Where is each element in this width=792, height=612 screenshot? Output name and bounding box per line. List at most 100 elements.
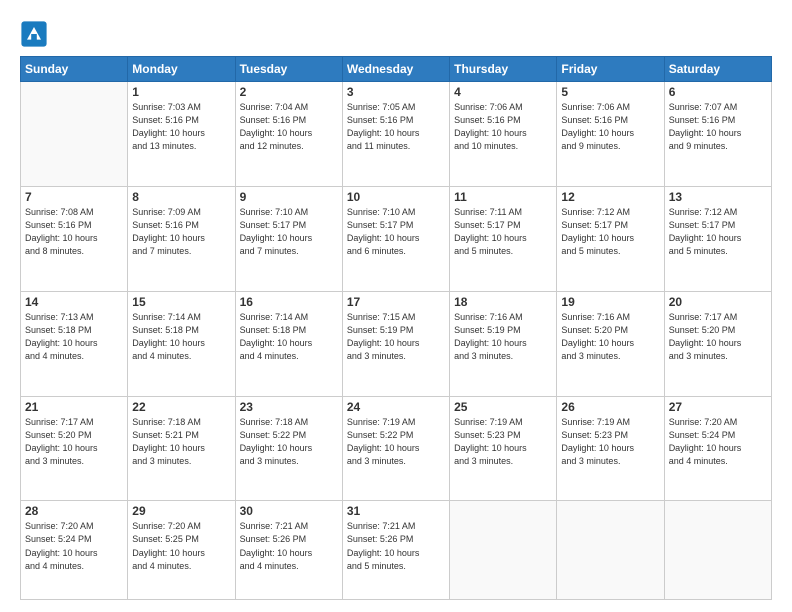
cell-day-number: 26 [561, 400, 659, 414]
cell-info: Sunrise: 7:18 AM Sunset: 5:21 PM Dayligh… [132, 416, 230, 468]
cell-day-number: 9 [240, 190, 338, 204]
cell-day-number: 6 [669, 85, 767, 99]
calendar-cell: 17 Sunrise: 7:15 AM Sunset: 5:19 PM Dayli… [342, 291, 449, 396]
page: SundayMondayTuesdayWednesdayThursdayFrid… [0, 0, 792, 612]
calendar-cell: 15 Sunrise: 7:14 AM Sunset: 5:18 PM Dayli… [128, 291, 235, 396]
cell-info: Sunrise: 7:11 AM Sunset: 5:17 PM Dayligh… [454, 206, 552, 258]
calendar-cell: 28Sunrise: 7:20 AM Sunset: 5:24 PM Dayli… [21, 501, 128, 600]
cell-day-number: 7 [25, 190, 123, 204]
cell-info: Sunrise: 7:10 AM Sunset: 5:17 PM Dayligh… [240, 206, 338, 258]
cell-day-number: 12 [561, 190, 659, 204]
cell-day-number: 1 [132, 85, 230, 99]
cell-info: Sunrise: 7:06 AM Sunset: 5:16 PM Dayligh… [454, 101, 552, 153]
week-row-2: 14 Sunrise: 7:13 AM Sunset: 5:18 PM Dayli… [21, 291, 772, 396]
cell-day-number: 16 [240, 295, 338, 309]
cell-day-number: 25 [454, 400, 552, 414]
cell-info: Sunrise: 7:14 AM Sunset: 5:18 PM Dayligh… [240, 311, 338, 363]
calendar-cell: 14 Sunrise: 7:13 AM Sunset: 5:18 PM Dayli… [21, 291, 128, 396]
weekday-header-friday: Friday [557, 57, 664, 82]
cell-info: Sunrise: 7:07 AM Sunset: 5:16 PM Dayligh… [669, 101, 767, 153]
calendar-cell: 10 Sunrise: 7:10 AM Sunset: 5:17 PM Dayli… [342, 186, 449, 291]
calendar-cell: 27 Sunrise: 7:20 AM Sunset: 5:24 PM Dayli… [664, 396, 771, 501]
weekday-header-tuesday: Tuesday [235, 57, 342, 82]
cell-day-number: 11 [454, 190, 552, 204]
calendar-cell: 22 Sunrise: 7:18 AM Sunset: 5:21 PM Dayli… [128, 396, 235, 501]
calendar-cell: 1 Sunrise: 7:03 AM Sunset: 5:16 PM Daylig… [128, 82, 235, 187]
cell-info: Sunrise: 7:14 AM Sunset: 5:18 PM Dayligh… [132, 311, 230, 363]
cell-info: Sunrise: 7:17 AM Sunset: 5:20 PM Dayligh… [25, 416, 123, 468]
calendar-cell: 18 Sunrise: 7:16 AM Sunset: 5:19 PM Dayli… [450, 291, 557, 396]
cell-day-number: 22 [132, 400, 230, 414]
cell-day-number: 17 [347, 295, 445, 309]
calendar-cell: 24 Sunrise: 7:19 AM Sunset: 5:22 PM Dayli… [342, 396, 449, 501]
cell-info: Sunrise: 7:10 AM Sunset: 5:17 PM Dayligh… [347, 206, 445, 258]
calendar-cell: 19 Sunrise: 7:16 AM Sunset: 5:20 PM Dayli… [557, 291, 664, 396]
cell-info: Sunrise: 7:18 AM Sunset: 5:22 PM Dayligh… [240, 416, 338, 468]
cell-day-number: 10 [347, 190, 445, 204]
calendar-cell: 9 Sunrise: 7:10 AM Sunset: 5:17 PM Daylig… [235, 186, 342, 291]
week-row-1: 7 Sunrise: 7:08 AM Sunset: 5:16 PM Daylig… [21, 186, 772, 291]
calendar-table: SundayMondayTuesdayWednesdayThursdayFrid… [20, 56, 772, 600]
cell-info: Sunrise: 7:19 AM Sunset: 5:22 PM Dayligh… [347, 416, 445, 468]
cell-info: Sunrise: 7:21 AM Sunset: 5:26 PM Dayligh… [347, 520, 445, 572]
calendar-cell: 23 Sunrise: 7:18 AM Sunset: 5:22 PM Dayli… [235, 396, 342, 501]
cell-info: Sunrise: 7:19 AM Sunset: 5:23 PM Dayligh… [454, 416, 552, 468]
cell-day-number: 30 [240, 504, 338, 518]
header [20, 16, 772, 48]
cell-day-number: 31 [347, 504, 445, 518]
cell-info: Sunrise: 7:08 AM Sunset: 5:16 PM Dayligh… [25, 206, 123, 258]
calendar-cell: 2Sunrise: 7:04 AM Sunset: 5:16 PM Daylig… [235, 82, 342, 187]
calendar-cell: 26 Sunrise: 7:19 AM Sunset: 5:23 PM Dayli… [557, 396, 664, 501]
calendar-cell [664, 501, 771, 600]
cell-info: Sunrise: 7:20 AM Sunset: 5:25 PM Dayligh… [132, 520, 230, 572]
calendar-cell [557, 501, 664, 600]
cell-info: Sunrise: 7:15 AM Sunset: 5:19 PM Dayligh… [347, 311, 445, 363]
weekday-header-sunday: Sunday [21, 57, 128, 82]
logo [20, 20, 52, 48]
logo-icon [20, 20, 48, 48]
cell-info: Sunrise: 7:16 AM Sunset: 5:19 PM Dayligh… [454, 311, 552, 363]
cell-info: Sunrise: 7:05 AM Sunset: 5:16 PM Dayligh… [347, 101, 445, 153]
cell-day-number: 23 [240, 400, 338, 414]
cell-day-number: 4 [454, 85, 552, 99]
calendar-cell: 20 Sunrise: 7:17 AM Sunset: 5:20 PM Dayli… [664, 291, 771, 396]
cell-info: Sunrise: 7:16 AM Sunset: 5:20 PM Dayligh… [561, 311, 659, 363]
cell-day-number: 27 [669, 400, 767, 414]
calendar-cell: 5 Sunrise: 7:06 AM Sunset: 5:16 PM Daylig… [557, 82, 664, 187]
weekday-header-thursday: Thursday [450, 57, 557, 82]
calendar-cell: 4 Sunrise: 7:06 AM Sunset: 5:16 PM Daylig… [450, 82, 557, 187]
calendar-cell: 16 Sunrise: 7:14 AM Sunset: 5:18 PM Dayli… [235, 291, 342, 396]
calendar-cell [21, 82, 128, 187]
cell-day-number: 13 [669, 190, 767, 204]
calendar-cell: 21Sunrise: 7:17 AM Sunset: 5:20 PM Dayli… [21, 396, 128, 501]
cell-day-number: 20 [669, 295, 767, 309]
cell-info: Sunrise: 7:09 AM Sunset: 5:16 PM Dayligh… [132, 206, 230, 258]
cell-info: Sunrise: 7:20 AM Sunset: 5:24 PM Dayligh… [25, 520, 123, 572]
calendar-cell [450, 501, 557, 600]
cell-info: Sunrise: 7:13 AM Sunset: 5:18 PM Dayligh… [25, 311, 123, 363]
cell-info: Sunrise: 7:06 AM Sunset: 5:16 PM Dayligh… [561, 101, 659, 153]
cell-day-number: 15 [132, 295, 230, 309]
calendar-cell: 8Sunrise: 7:09 AM Sunset: 5:16 PM Daylig… [128, 186, 235, 291]
cell-day-number: 2 [240, 85, 338, 99]
calendar-cell: 25 Sunrise: 7:19 AM Sunset: 5:23 PM Dayli… [450, 396, 557, 501]
cell-info: Sunrise: 7:20 AM Sunset: 5:24 PM Dayligh… [669, 416, 767, 468]
calendar-cell: 7 Sunrise: 7:08 AM Sunset: 5:16 PM Daylig… [21, 186, 128, 291]
cell-day-number: 14 [25, 295, 123, 309]
cell-day-number: 3 [347, 85, 445, 99]
calendar-cell: 13 Sunrise: 7:12 AM Sunset: 5:17 PM Dayli… [664, 186, 771, 291]
cell-info: Sunrise: 7:17 AM Sunset: 5:20 PM Dayligh… [669, 311, 767, 363]
week-row-3: 21Sunrise: 7:17 AM Sunset: 5:20 PM Dayli… [21, 396, 772, 501]
weekday-header-saturday: Saturday [664, 57, 771, 82]
cell-info: Sunrise: 7:03 AM Sunset: 5:16 PM Dayligh… [132, 101, 230, 153]
cell-day-number: 19 [561, 295, 659, 309]
cell-day-number: 5 [561, 85, 659, 99]
calendar-cell: 12 Sunrise: 7:12 AM Sunset: 5:17 PM Dayli… [557, 186, 664, 291]
cell-info: Sunrise: 7:12 AM Sunset: 5:17 PM Dayligh… [669, 206, 767, 258]
cell-info: Sunrise: 7:19 AM Sunset: 5:23 PM Dayligh… [561, 416, 659, 468]
calendar-cell: 31 Sunrise: 7:21 AM Sunset: 5:26 PM Dayli… [342, 501, 449, 600]
calendar-cell: 6 Sunrise: 7:07 AM Sunset: 5:16 PM Daylig… [664, 82, 771, 187]
cell-day-number: 18 [454, 295, 552, 309]
cell-info: Sunrise: 7:12 AM Sunset: 5:17 PM Dayligh… [561, 206, 659, 258]
cell-day-number: 24 [347, 400, 445, 414]
